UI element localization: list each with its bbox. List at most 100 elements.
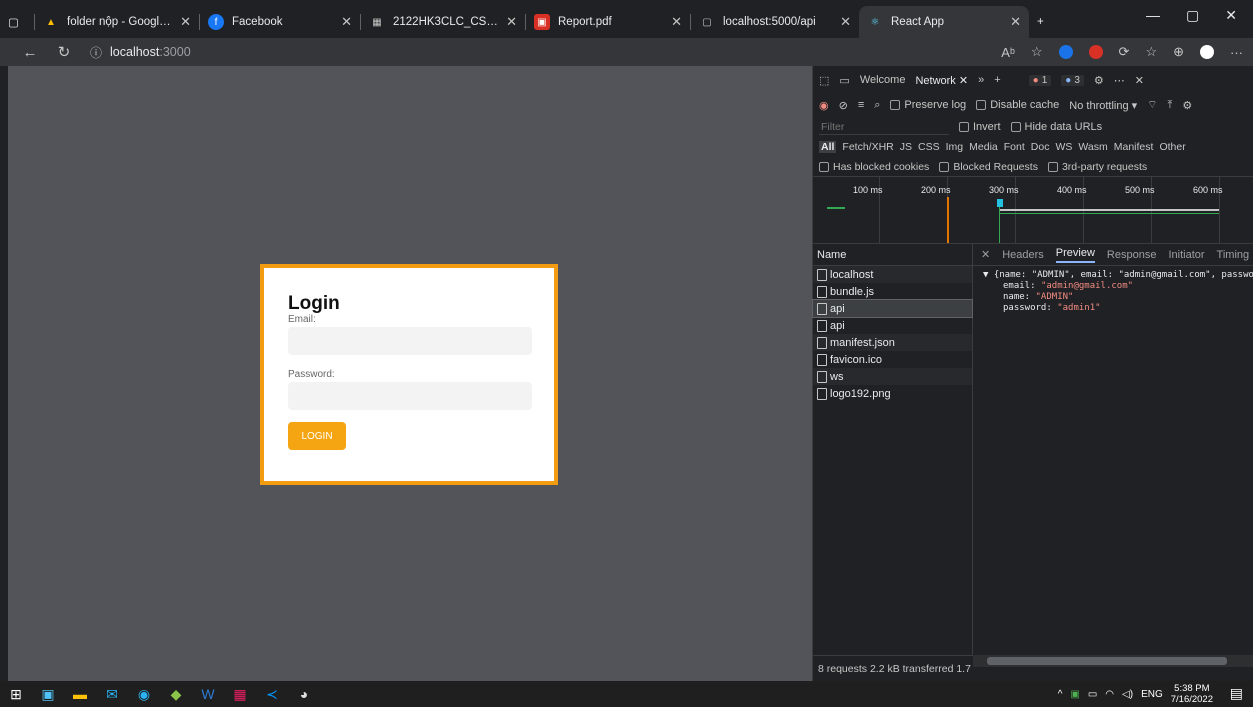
close-tab-icon[interactable]: ✕ xyxy=(506,14,517,30)
throttling-select[interactable]: No throttling ▾ xyxy=(1069,99,1137,112)
tab-report-pdf[interactable]: ▣ Report.pdf ✕ xyxy=(526,6,690,38)
request-row[interactable]: manifest.json xyxy=(813,334,972,351)
type-filter-ws[interactable]: WS xyxy=(1055,141,1072,153)
tab-headers[interactable]: Headers xyxy=(1002,249,1044,261)
filter-icon[interactable]: ≡ xyxy=(858,99,864,111)
volume-icon[interactable]: ◁) xyxy=(1122,689,1133,700)
file-explorer-icon[interactable]: ▬ xyxy=(64,681,96,707)
disable-cache-checkbox[interactable]: Disable cache xyxy=(976,99,1059,111)
tab-timing[interactable]: Timing xyxy=(1217,249,1250,261)
store-icon[interactable]: ▣ xyxy=(32,681,64,707)
search-icon[interactable]: ⌕ xyxy=(874,99,880,112)
more-tabs-icon[interactable]: » xyxy=(978,74,984,86)
device-toolbar-icon[interactable]: ▭ xyxy=(839,74,849,87)
tab-welcome[interactable]: Welcome xyxy=(860,74,906,86)
close-icon[interactable]: ✕ xyxy=(981,248,990,261)
extension-icon[interactable] xyxy=(1058,45,1073,59)
app-icon[interactable]: ◕ xyxy=(288,681,320,707)
extensions-icon[interactable]: ⟳ xyxy=(1119,44,1130,60)
tab-course-sheet[interactable]: ▦ 2122HK3CLC_CSC13002_20 ✕ xyxy=(361,6,525,38)
mail-icon[interactable]: ✉ xyxy=(96,681,128,707)
type-filter-font[interactable]: Font xyxy=(1004,141,1025,153)
close-icon[interactable]: ✕ xyxy=(959,75,968,87)
url-field[interactable]: ⓘ localhost:3000 xyxy=(84,41,904,63)
type-filter-js[interactable]: JS xyxy=(900,141,912,153)
language-indicator[interactable]: ENG xyxy=(1141,689,1163,700)
close-tab-icon[interactable]: ✕ xyxy=(840,14,851,30)
email-field[interactable] xyxy=(288,327,532,355)
settings-icon[interactable]: ⚙ xyxy=(1094,74,1104,87)
tab-response[interactable]: Response xyxy=(1107,249,1157,261)
preserve-log-checkbox[interactable]: Preserve log xyxy=(890,99,966,111)
blocked-requests-checkbox[interactable]: Blocked Requests xyxy=(939,161,1038,173)
read-aloud-icon[interactable]: Aᵇ xyxy=(1001,45,1015,60)
refresh-icon[interactable]: ↻ xyxy=(52,43,76,61)
request-row[interactable]: api xyxy=(813,317,972,334)
restore-icon[interactable]: ▢ xyxy=(1186,7,1199,24)
login-button[interactable]: LOGIN xyxy=(288,422,346,450)
vscode-icon[interactable]: ≺ xyxy=(256,681,288,707)
type-filter-img[interactable]: Img xyxy=(946,141,964,153)
warning-badge[interactable]: ● 3 xyxy=(1061,74,1084,86)
tab-network[interactable]: Network ✕ xyxy=(915,74,968,87)
tab-preview[interactable]: Preview xyxy=(1055,247,1095,263)
clock[interactable]: 5:38 PM 7/16/2022 xyxy=(1171,683,1213,705)
network-icon[interactable]: ◠ xyxy=(1105,689,1114,700)
request-row-selected[interactable]: api xyxy=(812,299,973,318)
type-filter-other[interactable]: Other xyxy=(1159,141,1185,153)
request-row[interactable]: ws xyxy=(813,368,972,385)
wifi-icon[interactable]: ⌔ xyxy=(1147,98,1157,112)
inspect-icon[interactable]: ⬚ xyxy=(819,74,829,87)
notification-icon[interactable]: ▤ xyxy=(1230,685,1243,702)
tray-app-icon[interactable]: ▣ xyxy=(1070,689,1079,700)
collections-icon[interactable]: ⊕ xyxy=(1173,44,1184,60)
json-summary[interactable]: ▼ {name: "ADMIN", email: "admin@gmail.co… xyxy=(983,270,1253,281)
type-filter-all[interactable]: All xyxy=(819,141,837,153)
type-filter-doc[interactable]: Doc xyxy=(1031,141,1050,153)
plus-icon[interactable]: + xyxy=(994,74,1000,86)
type-filter-fetch[interactable]: Fetch/XHR xyxy=(842,141,893,153)
type-filter-media[interactable]: Media xyxy=(969,141,998,153)
filter-input[interactable] xyxy=(819,119,949,135)
blocked-cookies-checkbox[interactable]: Has blocked cookies xyxy=(819,161,929,173)
edge-icon[interactable]: ◉ xyxy=(128,681,160,707)
close-devtools-icon[interactable]: ✕ xyxy=(1135,74,1144,87)
app-icon[interactable]: ▦ xyxy=(224,681,256,707)
profile-avatar[interactable] xyxy=(1200,45,1214,59)
favorites-icon[interactable]: ☆ xyxy=(1145,44,1157,60)
error-badge[interactable]: ● 1 xyxy=(1028,74,1052,86)
upload-icon[interactable]: ⤒ xyxy=(1168,99,1173,112)
chevron-up-icon[interactable]: ^ xyxy=(1058,689,1063,700)
type-filter-wasm[interactable]: Wasm xyxy=(1078,141,1107,153)
settings-icon[interactable]: ⚙ xyxy=(1182,99,1192,112)
favorite-star-icon[interactable]: ☆ xyxy=(1031,44,1043,60)
tab-facebook[interactable]: f Facebook ✕ xyxy=(200,6,360,38)
record-icon[interactable]: ◉ xyxy=(819,99,829,112)
type-filter-css[interactable]: CSS xyxy=(918,141,940,153)
close-tab-icon[interactable]: ✕ xyxy=(341,14,352,30)
close-tab-icon[interactable]: ✕ xyxy=(180,14,191,30)
scrollbar-thumb[interactable] xyxy=(987,657,1227,665)
close-window-icon[interactable]: ✕ xyxy=(1225,7,1237,24)
type-filter-manifest[interactable]: Manifest xyxy=(1114,141,1154,153)
request-row[interactable]: favicon.ico xyxy=(813,351,972,368)
request-row[interactable]: localhost xyxy=(813,266,972,283)
customize-icon[interactable]: ⋯ xyxy=(1114,74,1125,87)
more-menu-icon[interactable]: ··· xyxy=(1230,45,1243,60)
new-tab-button[interactable]: + xyxy=(1029,6,1059,38)
word-icon[interactable]: W xyxy=(192,681,224,707)
battery-icon[interactable]: ▭ xyxy=(1088,689,1097,700)
close-tab-icon[interactable]: ✕ xyxy=(1010,14,1021,30)
invert-checkbox[interactable]: Invert xyxy=(959,121,1001,133)
tab-react-app[interactable]: ⚛ React App ✕ xyxy=(859,6,1029,38)
extension-icon[interactable] xyxy=(1088,45,1103,59)
back-arrow-icon[interactable]: ← xyxy=(18,44,42,61)
start-icon[interactable]: ⊞ xyxy=(0,681,32,707)
tab-actions-button[interactable]: ▢ xyxy=(0,6,34,38)
tab-initiator[interactable]: Initiator xyxy=(1168,249,1204,261)
hide-data-urls-checkbox[interactable]: Hide data URLs xyxy=(1010,121,1102,133)
horizontal-scrollbar[interactable] xyxy=(973,655,1253,667)
password-field[interactable] xyxy=(288,382,532,410)
tab-google-drive[interactable]: ▲ folder nộp - Google Drive ✕ xyxy=(35,6,199,38)
request-row[interactable]: logo192.png xyxy=(813,385,972,402)
